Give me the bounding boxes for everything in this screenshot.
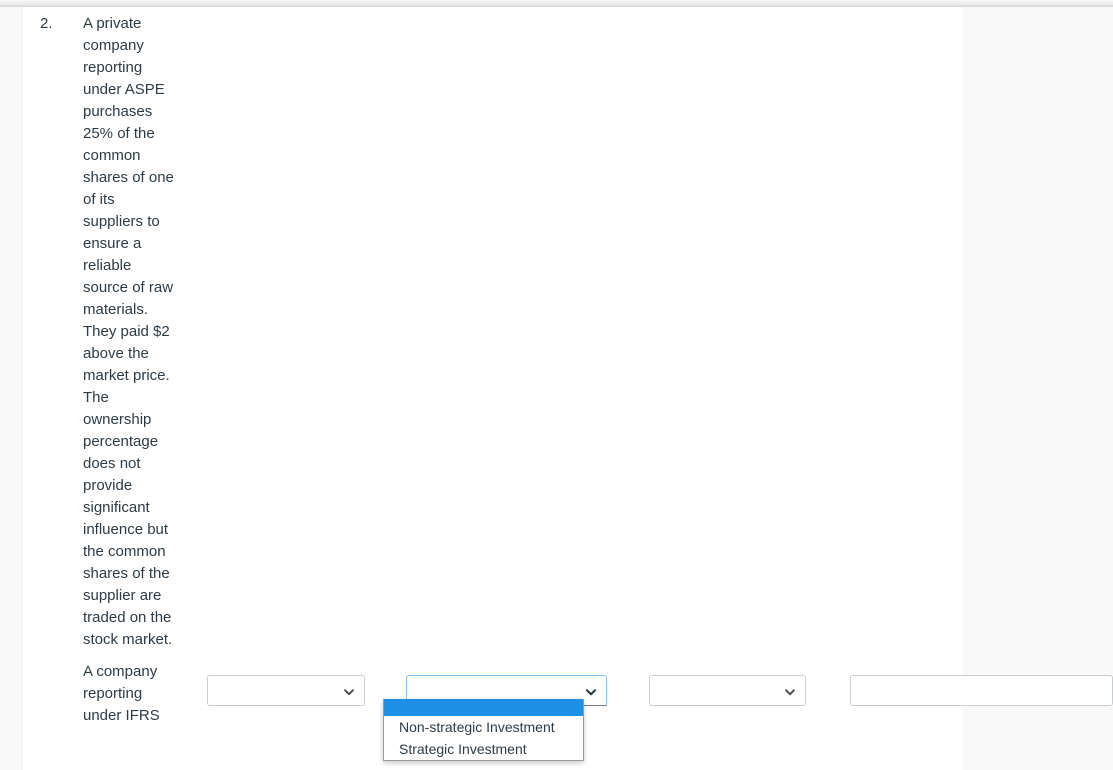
dropdown-option-blank[interactable] <box>384 699 583 716</box>
page-root: 2. A private company reporting under ASP… <box>0 0 1113 770</box>
select-3-value <box>650 676 805 707</box>
answer-text-field-wrapper[interactable] <box>850 675 1113 706</box>
select-2-dropdown-list[interactable]: Non-strategic Investment Strategic Inves… <box>383 699 584 761</box>
select-1-value <box>208 676 364 707</box>
question-block: 2. A private company reporting under ASP… <box>23 7 962 770</box>
dropdown-option-non-strategic-investment[interactable]: Non-strategic Investment <box>384 716 583 738</box>
content-sheet: 2. A private company reporting under ASP… <box>23 7 1113 770</box>
question-number: 2. <box>40 15 53 32</box>
question-paragraph-1: A private company reporting under ASPE p… <box>83 15 174 648</box>
investment-classification-select-1[interactable] <box>207 675 365 706</box>
page-left-gutter <box>0 7 22 770</box>
question-text-column: A private company reporting under ASPE p… <box>83 13 175 727</box>
dropdown-option-strategic-investment[interactable]: Strategic Investment <box>384 738 583 760</box>
investment-classification-select-3[interactable] <box>649 675 806 706</box>
answer-text-input[interactable] <box>851 676 1112 705</box>
